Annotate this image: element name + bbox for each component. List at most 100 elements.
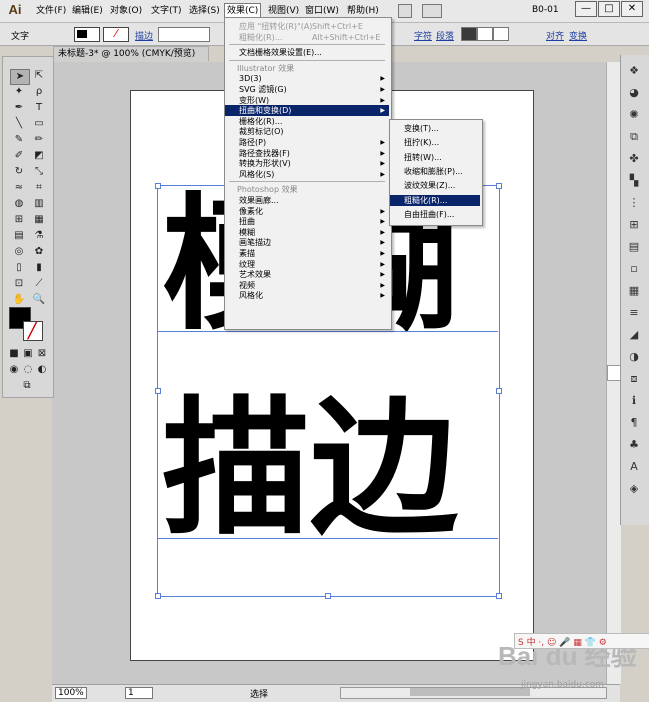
draw-inside-icon[interactable]: ◐	[36, 363, 48, 377]
live-paint-tool-icon[interactable]: ▥	[30, 197, 48, 211]
menu-item[interactable]: 变形(W) ▶	[225, 95, 389, 106]
selection-handle[interactable]	[155, 183, 161, 189]
zoom-field[interactable]: 100%	[55, 687, 87, 699]
pathfinder-icon[interactable]: ⧈	[626, 371, 642, 387]
menu-item[interactable]: 效果画廊...	[225, 195, 389, 206]
document-tab[interactable]: 未标题-3* @ 100% (CMYK/预览)	[53, 46, 209, 61]
maximize-button[interactable]: □	[598, 1, 620, 17]
gradient-tool-icon[interactable]: ▤	[10, 229, 28, 243]
links-icon[interactable]: ▫	[626, 261, 642, 277]
brushes-icon[interactable]: ⧉	[626, 129, 642, 145]
screen-mode-icon[interactable]: ⧉	[18, 379, 36, 393]
pen-tool-icon[interactable]: ✒	[10, 101, 28, 115]
hand-tool-icon[interactable]: ✋	[10, 293, 28, 307]
appearance-icon[interactable]: ⋮	[626, 195, 642, 211]
align-center-button[interactable]	[477, 27, 493, 41]
free-transform-tool-icon[interactable]: ⌗	[30, 181, 48, 195]
menu-item[interactable]: 路径(P) ▶	[225, 137, 389, 148]
fill-swatch[interactable]	[74, 27, 100, 42]
menu-type[interactable]: 文字(T)	[149, 4, 184, 18]
warp-tool-icon[interactable]: ≈	[10, 181, 28, 195]
selection-handle[interactable]	[496, 388, 502, 394]
horizontal-scroll-thumb[interactable]	[410, 688, 530, 696]
blend-tool-icon[interactable]: ◎	[10, 245, 28, 259]
line-tool-icon[interactable]: ╲	[10, 117, 28, 131]
layers-icon[interactable]: ⊞	[626, 217, 642, 233]
stroke-panel-link[interactable]: 描边	[135, 29, 153, 42]
mesh-tool-icon[interactable]: ▦	[30, 213, 48, 227]
selection-handle[interactable]	[496, 593, 502, 599]
menu-item[interactable]: 纹理 ▶	[225, 259, 389, 270]
menu-item[interactable]: 画笔描边 ▶	[225, 237, 389, 248]
menu-item[interactable]: 转换为形状(V) ▶	[225, 158, 389, 169]
align-panel-link[interactable]: 对齐	[546, 29, 564, 42]
info-panel-icon[interactable]: ℹ	[626, 393, 642, 409]
menu-item[interactable]: 路径查找器(F) ▶	[225, 148, 389, 159]
slice-tool-icon[interactable]: ⟋	[30, 277, 48, 291]
menu-item[interactable]: 裁剪标记(O)	[225, 126, 389, 137]
paintbrush-tool-icon[interactable]: ✎	[10, 133, 28, 147]
artboard-tool-icon[interactable]: ⊡	[10, 277, 28, 291]
menu-file[interactable]: 文件(F)	[34, 4, 68, 18]
align-right-button[interactable]	[493, 27, 509, 41]
menu-item[interactable]: 自由扭曲(F)...	[390, 209, 480, 220]
selection-handle[interactable]	[325, 593, 331, 599]
eyedropper-tool-icon[interactable]: ⚗	[30, 229, 48, 243]
type-tool-icon[interactable]: T	[30, 101, 48, 115]
arrange-documents-button[interactable]	[422, 4, 442, 18]
rectangle-tool-icon[interactable]: ▭	[30, 117, 48, 131]
column-graph-tool-icon[interactable]: ▮	[30, 261, 48, 275]
layers-stack-icon[interactable]: ◈	[626, 481, 642, 497]
align-panel-icon[interactable]: ▦	[626, 283, 642, 299]
color-guide-icon[interactable]: ◕	[626, 85, 642, 101]
color-mode-icon[interactable]: ■	[8, 347, 20, 361]
menu-item[interactable]: SVG 滤镜(G) ▶	[225, 84, 389, 95]
menu-item[interactable]: 变换(T)...	[390, 123, 480, 134]
menu-item[interactable]: 扭曲 ▶	[225, 216, 389, 227]
none-mode-icon[interactable]: ⊠	[36, 347, 48, 361]
close-button[interactable]: ✕	[621, 1, 643, 17]
menu-item[interactable]: 素描 ▶	[225, 248, 389, 259]
selection-handle[interactable]	[155, 593, 161, 599]
graphic-styles-icon[interactable]: ▚	[626, 173, 642, 189]
eraser-tool-icon[interactable]: ◩	[30, 149, 48, 163]
selection-handle[interactable]	[496, 183, 502, 189]
swatches-icon[interactable]: ✺	[626, 107, 642, 123]
menu-help[interactable]: 帮助(H)	[345, 4, 381, 18]
character-styles-icon[interactable]: ♣	[626, 437, 642, 453]
menu-view[interactable]: 视图(V)	[266, 4, 301, 18]
perspective-grid-tool-icon[interactable]: ⊞	[10, 213, 28, 227]
menu-item[interactable]: 风格化 ▶	[225, 290, 389, 301]
menu-item[interactable]: 粗糙化(R)...	[390, 194, 480, 206]
menu-item[interactable]: 扭拧(K)...	[390, 137, 480, 148]
stroke-color-icon[interactable]: ╱	[23, 321, 43, 341]
lasso-tool-icon[interactable]: ρ	[30, 85, 48, 99]
transform-panel-link[interactable]: 变换	[569, 29, 587, 42]
paragraph-panel-link[interactable]: 段落	[436, 29, 454, 42]
menu-edit[interactable]: 编辑(E)	[70, 4, 105, 18]
pencil-tool-icon[interactable]: ✏	[30, 133, 48, 147]
menu-item[interactable]: 视频 ▶	[225, 280, 389, 291]
color-panel-icon[interactable]: ❖	[626, 63, 642, 79]
menu-window[interactable]: 窗口(W)	[303, 4, 341, 18]
character-panel-link[interactable]: 字符	[414, 29, 432, 42]
gradient-panel-icon[interactable]: ◢	[626, 327, 642, 343]
character-panel-icon[interactable]: A	[626, 459, 642, 475]
workspace-switcher[interactable]: B0-01	[532, 5, 559, 15]
menu-item[interactable]: 收缩和膨胀(P)...	[390, 166, 480, 177]
menu-item[interactable]: 模糊 ▶	[225, 227, 389, 238]
stroke-swatch[interactable]: ⁄	[103, 27, 129, 42]
symbols-icon[interactable]: ✤	[626, 151, 642, 167]
selection-handle[interactable]	[155, 388, 161, 394]
ime-toolbar[interactable]: S 中 ·, ☺ 🎤 ▦ 👕 ⚙	[514, 633, 649, 649]
selection-tool-icon[interactable]: ➤	[10, 69, 30, 85]
menu-item[interactable]: 扭转(W)...	[390, 152, 480, 163]
menu-item[interactable]: 栅格化(R)...	[225, 116, 389, 127]
stroke-weight-field[interactable]	[158, 27, 210, 42]
minimize-button[interactable]: —	[575, 1, 597, 17]
artboard-navigation-field[interactable]: 1	[125, 687, 153, 699]
vertical-scroll-thumb[interactable]	[607, 365, 621, 381]
menu-item[interactable]: 艺术效果 ▶	[225, 269, 389, 280]
transparency-icon[interactable]: ◑	[626, 349, 642, 365]
menu-item[interactable]: 风格化(S) ▶	[225, 169, 389, 180]
